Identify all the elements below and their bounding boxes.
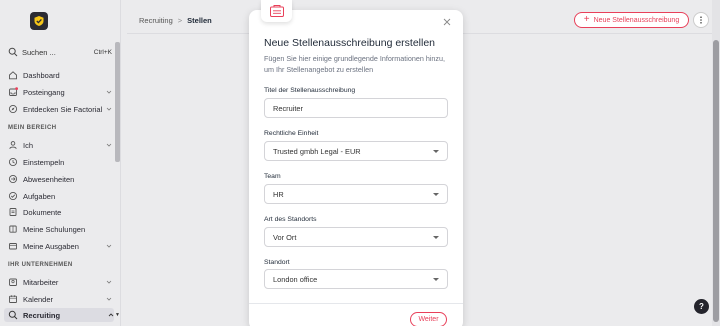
legal-entity-label: Rechtliche Einheit	[264, 130, 319, 137]
location-label: Standort	[264, 259, 290, 266]
legal-entity-select[interactable]: Trusted gmbh Legal - EUR	[264, 141, 448, 161]
job-posting-icon	[269, 5, 284, 17]
chevron-down-icon	[106, 244, 112, 248]
sidebar-item-dashboard[interactable]: Dashboard	[8, 68, 112, 82]
receipt-icon	[9, 243, 17, 250]
location-value: London office	[273, 274, 318, 284]
location-select[interactable]: London office	[264, 269, 448, 289]
sidebar-item-label: Ich	[23, 140, 34, 150]
team-value: HR	[273, 189, 284, 199]
modal-footer-divider	[249, 303, 463, 304]
sidebar-item-kalender[interactable]: Kalender	[8, 292, 112, 306]
sidebar-item-label: Kalender	[23, 294, 54, 304]
search-label: Suchen ...	[22, 47, 56, 57]
document-icon	[9, 208, 17, 216]
modal-subtitle: Fügen Sie hier einige grundlegende Infor…	[264, 54, 446, 74]
calendar-icon	[9, 295, 17, 303]
modal-badge	[261, 0, 292, 22]
legal-entity-value: Trusted gmbh Legal - EUR	[273, 146, 361, 156]
clock-icon	[8, 157, 18, 167]
scroll-down-arrow-icon[interactable]: ▼	[115, 312, 120, 318]
shield-check-icon	[34, 16, 44, 26]
sidebar-scrollbar[interactable]	[115, 42, 120, 162]
sidebar-item-abwesenheiten[interactable]: Abwesenheiten	[8, 172, 112, 186]
sidebar-item-meine-ausgaben[interactable]: Meine Ausgaben	[8, 239, 112, 253]
plane-icon	[8, 174, 18, 184]
location-type-label: Art des Standorts	[264, 216, 317, 223]
next-button[interactable]: Weiter	[410, 312, 447, 326]
factorial-logo[interactable]	[30, 12, 48, 30]
sidebar-item-entdecken[interactable]: Entdecken Sie Factorial	[8, 102, 112, 116]
location-type-select[interactable]: Vor Ort	[264, 227, 448, 247]
sidebar-item-label: Dashboard	[23, 70, 60, 80]
job-title-value: Recruiter	[273, 103, 303, 113]
people-icon	[9, 278, 17, 286]
create-job-posting-modal: Neue Stellenausschreibung erstellen Füge…	[249, 10, 463, 326]
team-label: Team	[264, 173, 281, 180]
sidebar-item-label: Mitarbeiter	[23, 277, 59, 287]
breadcrumb-separator: >	[177, 16, 183, 25]
more-options-button[interactable]	[693, 12, 709, 28]
search-icon	[8, 47, 18, 57]
dropdown-caret-icon	[433, 236, 439, 239]
section-heading-ihr-unternehmen: IHR UNTERNEHMEN	[8, 262, 73, 268]
close-icon[interactable]	[443, 18, 451, 26]
search-person-icon	[8, 310, 18, 320]
more-vertical-icon	[700, 16, 702, 24]
sidebar-item-label: Aufgaben	[23, 191, 56, 201]
new-job-posting-label: Neue Stellenausschreibung	[593, 16, 680, 24]
check-circle-icon	[8, 191, 18, 201]
chevron-up-icon	[108, 313, 114, 317]
help-button[interactable]: ?	[694, 299, 709, 314]
sidebar-item-label: Entdecken Sie Factorial	[23, 104, 103, 114]
search-shortcut: Ctrl+K	[93, 48, 112, 56]
sidebar-item-label: Meine Ausgaben	[23, 241, 79, 251]
sidebar-item-label: Einstempeln	[23, 157, 65, 167]
chevron-down-icon	[106, 90, 112, 94]
job-title-input[interactable]: Recruiter	[264, 98, 448, 118]
inbox-icon	[9, 87, 18, 96]
sidebar-item-label: Recruiting	[23, 310, 61, 320]
user-icon	[9, 141, 17, 149]
chevron-down-icon	[106, 297, 112, 301]
dropdown-caret-icon	[433, 150, 439, 153]
sidebar-item-label: Meine Schulungen	[23, 224, 86, 234]
chevron-down-icon	[106, 143, 112, 147]
sidebar-item-posteingang[interactable]: Posteingang	[8, 85, 112, 99]
sidebar-item-mitarbeiter[interactable]: Mitarbeiter	[8, 275, 112, 289]
book-icon	[9, 225, 17, 233]
breadcrumb-current: Stellen	[187, 16, 212, 25]
sidebar-item-dokumente[interactable]: Dokumente	[8, 205, 112, 219]
job-title-label: Titel der Stellenausschreibung	[264, 87, 356, 94]
section-heading-mein-bereich: MEIN BEREICH	[8, 125, 57, 131]
sidebar-item-einstempeln[interactable]: Einstempeln	[8, 155, 112, 169]
location-type-value: Vor Ort	[273, 232, 297, 242]
chevron-down-icon	[106, 280, 112, 284]
compass-icon	[8, 104, 18, 114]
sidebar-item-aufgaben[interactable]: Aufgaben	[8, 189, 112, 203]
plus-icon: +	[583, 14, 590, 25]
sidebar: Suchen ... Ctrl+K Dashboard Posteingang …	[0, 0, 121, 326]
chevron-down-icon	[106, 107, 112, 111]
breadcrumb-parent[interactable]: Recruiting	[139, 16, 173, 25]
sidebar-item-label: Abwesenheiten	[23, 174, 75, 184]
sidebar-item-meine-schulungen[interactable]: Meine Schulungen	[8, 222, 112, 236]
new-job-posting-button[interactable]: + Neue Stellenausschreibung	[574, 12, 689, 28]
team-select[interactable]: HR	[264, 184, 448, 204]
page-scrollbar[interactable]	[712, 0, 720, 326]
sidebar-item-label: Posteingang	[23, 87, 65, 97]
dropdown-caret-icon	[433, 193, 439, 196]
breadcrumb: Recruiting > Stellen	[139, 16, 212, 25]
sidebar-item-label: Dokumente	[23, 207, 62, 217]
modal-title: Neue Stellenausschreibung erstellen	[264, 37, 436, 49]
sidebar-item-ich[interactable]: Ich	[8, 138, 112, 152]
dropdown-caret-icon	[433, 278, 439, 281]
sidebar-item-recruiting[interactable]: Recruiting	[4, 308, 114, 322]
search-bar[interactable]: Suchen ... Ctrl+K	[8, 45, 112, 59]
page-scrollbar-thumb[interactable]	[713, 40, 719, 322]
home-icon	[9, 71, 17, 80]
